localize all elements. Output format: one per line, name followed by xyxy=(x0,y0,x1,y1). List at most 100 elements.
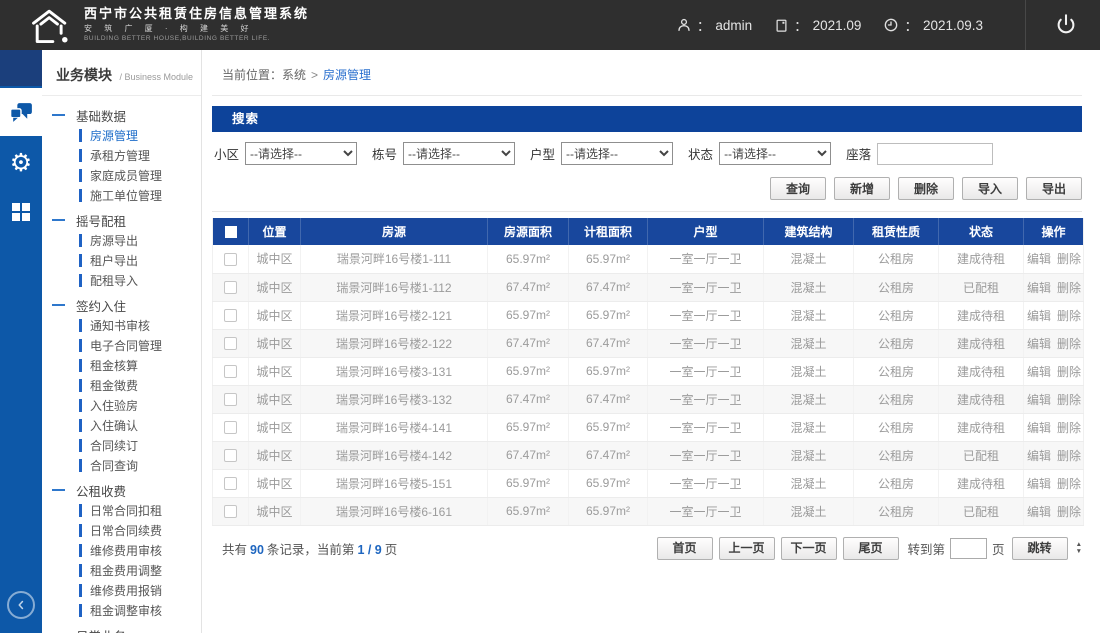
menu-group[interactable]: 日常业务 xyxy=(42,625,201,633)
spinner-down-icon[interactable]: ▼ xyxy=(1076,548,1082,555)
structure-cell: 混凝土 xyxy=(764,413,854,441)
sidebar-item[interactable]: 日常合同扣租 xyxy=(42,500,201,520)
delete-link[interactable]: 删除 xyxy=(1057,337,1081,351)
sidebar-item[interactable]: 租金徴费 xyxy=(42,375,201,395)
row-checkbox[interactable] xyxy=(224,309,237,322)
nav-settings[interactable]: ⚙ xyxy=(0,138,42,186)
search-select-2[interactable]: --请选择-- xyxy=(403,142,515,165)
jump-button[interactable]: 跳转 xyxy=(1012,537,1068,560)
area-cell: 67.47m² xyxy=(488,329,569,357)
select-all-checkbox[interactable] xyxy=(225,226,237,238)
search-select-4[interactable]: --请选择-- xyxy=(719,142,831,165)
row-checkbox[interactable] xyxy=(224,449,237,462)
sidebar-item-label: 房源导出 xyxy=(90,232,138,249)
sidebar-item[interactable]: 租金核算 xyxy=(42,355,201,375)
sidebar-item[interactable]: 租金费用调整 xyxy=(42,560,201,580)
structure-cell: 混凝土 xyxy=(764,497,854,525)
edit-link[interactable]: 编辑 xyxy=(1027,309,1051,323)
last-page-button[interactable]: 尾页 xyxy=(843,537,899,560)
delete-link[interactable]: 删除 xyxy=(1057,393,1081,407)
row-checkbox[interactable] xyxy=(224,281,237,294)
add-button[interactable]: 新增 xyxy=(834,177,890,200)
sidebar-item[interactable]: 合同查询 xyxy=(42,455,201,475)
sidebar-item[interactable]: 维修费用报销 xyxy=(42,580,201,600)
sidebar-item[interactable]: 租户导出 xyxy=(42,250,201,270)
delete-link[interactable]: 删除 xyxy=(1057,309,1081,323)
menu-group-label[interactable]: 日常业务 xyxy=(76,626,126,633)
menu-group[interactable]: 公租收费 xyxy=(42,480,201,500)
app: 西宁市公共租赁住房信息管理系统 安 筑 广 厦 · 构 建 美 好 BUILDI… xyxy=(0,0,1100,633)
sidebar-item[interactable]: 通知书审核 xyxy=(42,315,201,335)
row-checkbox[interactable] xyxy=(224,365,237,378)
query-button[interactable]: 查询 xyxy=(770,177,826,200)
checkbox-cell xyxy=(213,413,249,441)
row-checkbox[interactable] xyxy=(224,421,237,434)
edit-link[interactable]: 编辑 xyxy=(1027,281,1051,295)
edit-link[interactable]: 编辑 xyxy=(1027,449,1051,463)
menu-group[interactable]: 签约入住 xyxy=(42,295,201,315)
breadcrumb-current[interactable]: 房源管理 xyxy=(323,68,371,82)
delete-link[interactable]: 删除 xyxy=(1057,421,1081,435)
menu-group[interactable]: 基础数据 xyxy=(42,105,201,125)
delete-link[interactable]: 删除 xyxy=(1057,477,1081,491)
sidebar-item[interactable]: 入住验房 xyxy=(42,395,201,415)
delete-link[interactable]: 删除 xyxy=(1057,252,1081,266)
next-page-button[interactable]: 下一页 xyxy=(781,537,837,560)
row-checkbox[interactable] xyxy=(224,477,237,490)
edit-link[interactable]: 编辑 xyxy=(1027,365,1051,379)
edit-link[interactable]: 编辑 xyxy=(1027,421,1051,435)
nature-cell: 公租房 xyxy=(854,497,939,525)
first-page-button[interactable]: 首页 xyxy=(657,537,713,560)
spinner-up-icon[interactable]: ▲ xyxy=(1076,541,1082,548)
search-select-3[interactable]: --请选择-- xyxy=(561,142,673,165)
sidebar-item[interactable]: 日常合同续费 xyxy=(42,520,201,540)
spinner-control[interactable]: ▲ ▼ xyxy=(1076,541,1082,555)
delete-link[interactable]: 删除 xyxy=(1057,365,1081,379)
goto-page-input[interactable] xyxy=(950,538,987,559)
row-checkbox[interactable] xyxy=(224,253,237,266)
edit-link[interactable]: 编辑 xyxy=(1027,393,1051,407)
nav-apps[interactable] xyxy=(0,188,42,236)
goto-unit: 页 xyxy=(992,539,1005,558)
sidebar-item[interactable]: 租金调整审核 xyxy=(42,600,201,620)
sidebar-item[interactable]: 合同续订 xyxy=(42,435,201,455)
edit-link[interactable]: 编辑 xyxy=(1027,252,1051,266)
row-checkbox[interactable] xyxy=(224,505,237,518)
sidebar-item[interactable]: 维修费用审核 xyxy=(42,540,201,560)
menu-group-label[interactable]: 签约入住 xyxy=(76,296,126,315)
edit-link[interactable]: 编辑 xyxy=(1027,337,1051,351)
import-button[interactable]: 导入 xyxy=(962,177,1018,200)
menu-group-label[interactable]: 公租收费 xyxy=(76,481,126,500)
power-button[interactable] xyxy=(1054,13,1078,37)
row-checkbox[interactable] xyxy=(224,393,237,406)
item-bar-icon xyxy=(79,439,82,452)
export-button[interactable]: 导出 xyxy=(1026,177,1082,200)
sidebar-item[interactable]: 入住确认 xyxy=(42,415,201,435)
status-cell: 建成待租 xyxy=(939,245,1024,273)
row-checkbox[interactable] xyxy=(224,337,237,350)
sidebar-item[interactable]: 配租导入 xyxy=(42,270,201,290)
sidebar-item[interactable]: 家庭成员管理 xyxy=(42,165,201,185)
module-title-en: / Business Module xyxy=(119,72,193,82)
menu-group-label[interactable]: 摇号配租 xyxy=(76,211,126,230)
sidebar-item[interactable]: 承租方管理 xyxy=(42,145,201,165)
checkbox-cell xyxy=(213,329,249,357)
edit-link[interactable]: 编辑 xyxy=(1027,477,1051,491)
sidebar-item[interactable]: 房源导出 xyxy=(42,230,201,250)
nav-messages[interactable] xyxy=(0,88,42,136)
menu-group-label[interactable]: 基础数据 xyxy=(76,106,126,125)
delete-link[interactable]: 删除 xyxy=(1057,505,1081,519)
sidebar-item[interactable]: 电子合同管理 xyxy=(42,335,201,355)
collapse-sidebar-button[interactable] xyxy=(7,591,35,619)
delete-button[interactable]: 删除 xyxy=(898,177,954,200)
sidebar-item[interactable]: 施工单位管理 xyxy=(42,185,201,205)
sidebar-item[interactable]: 房源管理 xyxy=(42,125,201,145)
location-input[interactable] xyxy=(877,143,993,165)
user-info: ： admin xyxy=(676,15,752,35)
menu-group[interactable]: 摇号配租 xyxy=(42,210,201,230)
delete-link[interactable]: 删除 xyxy=(1057,449,1081,463)
prev-page-button[interactable]: 上一页 xyxy=(719,537,775,560)
search-select-1[interactable]: --请选择-- xyxy=(245,142,357,165)
delete-link[interactable]: 删除 xyxy=(1057,281,1081,295)
edit-link[interactable]: 编辑 xyxy=(1027,505,1051,519)
